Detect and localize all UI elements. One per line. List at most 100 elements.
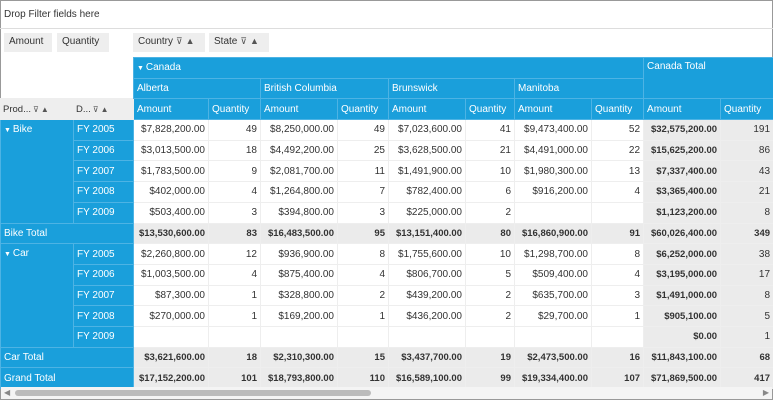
- quantity-cell: 91: [590, 222, 645, 245]
- quantity-cell: 18: [208, 139, 261, 162]
- quantity-cell: 5: [720, 305, 773, 327]
- amount-cell: $19,334,400.00: [514, 367, 592, 389]
- table-row: ▼ Bike FY 2005 $7,828,200.00 49 $8,250,000.0…: [0, 119, 773, 224]
- amount-cell: $4,491,000.00: [514, 139, 592, 162]
- amount-cell: $635,700.00: [514, 284, 592, 307]
- quantity-cell: 2: [465, 201, 515, 224]
- row-total-label: Car Total: [0, 346, 134, 369]
- table-row: Bike Total $13,530,600.00 83 $16,483,500.00…: [0, 222, 773, 245]
- country-header[interactable]: ▼ Canada: [132, 57, 645, 79]
- scroll-right-icon[interactable]: ▶: [763, 388, 769, 397]
- quantity-cell: 417: [720, 367, 773, 389]
- measure-header: Quantity: [465, 98, 515, 121]
- table-row: FY 2007 $1,783,500.00 9 $2,081,700.00 11 $1,4…: [1, 160, 773, 183]
- amount-cell: $13,151,400.00: [388, 222, 466, 245]
- row-year-header: FY 2006: [73, 139, 134, 162]
- row-year-header: FY 2007: [73, 160, 134, 183]
- country-label: Canada: [145, 62, 181, 74]
- amount-cell: $1,003,500.00: [133, 263, 209, 286]
- quantity-cell: 99: [465, 367, 515, 389]
- column-field-country[interactable]: Country ⊽ ▲: [133, 33, 205, 52]
- quantity-cell: 2: [337, 284, 389, 307]
- filter-icon[interactable]: ⊽: [176, 36, 183, 46]
- filter-drop-area[interactable]: Drop Filter fields here: [0, 0, 773, 29]
- measure-header: Quantity: [337, 98, 389, 121]
- filter-icon[interactable]: ⊽: [93, 105, 99, 114]
- amount-cell: $328,800.00: [260, 284, 338, 307]
- quantity-cell: 21: [465, 139, 515, 162]
- value-field-quantity[interactable]: Quantity: [57, 33, 109, 52]
- quantity-cell: 10: [465, 160, 515, 183]
- amount-cell: $1,491,000.00: [643, 284, 722, 307]
- sort-asc-icon[interactable]: ▲: [41, 105, 49, 114]
- amount-cell: $3,621,600.00: [133, 346, 209, 369]
- quantity-cell: 3: [337, 201, 389, 224]
- state-header-alberta: Alberta: [133, 77, 261, 100]
- filter-icon[interactable]: ⊽: [33, 105, 39, 114]
- row-product-header[interactable]: ▼ Car: [0, 243, 74, 348]
- amount-cell: $7,023,600.00: [388, 119, 466, 141]
- quantity-cell: 4: [208, 181, 261, 203]
- table-row: FY 2007 $87,300.00 1 $328,800.00 2 $439,200.0…: [1, 284, 773, 307]
- measure-header: Amount: [643, 98, 722, 121]
- amount-cell: $18,793,800.00: [260, 367, 338, 389]
- row-field-date[interactable]: D... ⊽ ▲: [73, 98, 134, 121]
- quantity-cell: 21: [720, 181, 773, 203]
- row-product-header[interactable]: ▼ Bike: [0, 119, 74, 224]
- field-label: Country: [138, 36, 174, 47]
- amount-cell: $17,152,200.00: [133, 367, 209, 389]
- quantity-cell: 6: [465, 181, 515, 203]
- quantity-cell: 1: [337, 305, 389, 327]
- amount-cell: $1,491,900.00: [388, 160, 466, 183]
- amount-cell: [514, 325, 592, 348]
- quantity-cell: 19: [465, 346, 515, 369]
- amount-cell: $6,252,000.00: [643, 243, 722, 265]
- quantity-cell: 5: [465, 263, 515, 286]
- amount-cell: $60,026,400.00: [643, 222, 722, 245]
- amount-cell: $509,400.00: [514, 263, 592, 286]
- pivot-grid: ▼ Canada Canada Total Alberta British Co…: [0, 56, 773, 389]
- row-year-header: FY 2008: [73, 305, 134, 327]
- amount-cell: $2,260,800.00: [133, 243, 209, 265]
- amount-cell: [388, 325, 466, 348]
- quantity-cell: 8: [720, 201, 773, 224]
- amount-cell: $1,264,800.00: [260, 181, 338, 203]
- amount-cell: $0.00: [643, 325, 722, 348]
- scrollbar-thumb[interactable]: [15, 390, 371, 396]
- quantity-cell: 49: [208, 119, 261, 141]
- amount-cell: $3,195,000.00: [643, 263, 722, 286]
- collapse-icon[interactable]: ▼: [137, 65, 146, 72]
- quantity-cell: 17: [720, 263, 773, 286]
- collapse-icon[interactable]: ▼: [4, 127, 13, 134]
- measure-header: Quantity: [720, 98, 773, 121]
- scroll-left-icon[interactable]: ◀: [4, 388, 10, 397]
- amount-cell: $15,625,200.00: [643, 139, 722, 162]
- quantity-cell: 8: [337, 243, 389, 265]
- quantity-cell: 80: [465, 222, 515, 245]
- quantity-cell: 4: [590, 263, 645, 286]
- measure-header: Quantity: [590, 98, 645, 121]
- quantity-cell: 12: [208, 243, 261, 265]
- quantity-cell: 110: [337, 367, 389, 389]
- row-field-product[interactable]: Prod... ⊽ ▲: [0, 98, 74, 121]
- amount-cell: $4,492,200.00: [260, 139, 338, 162]
- quantity-cell: 25: [337, 139, 389, 162]
- amount-cell: $503,400.00: [133, 201, 209, 224]
- sort-asc-icon[interactable]: ▲: [186, 36, 195, 46]
- amount-cell: $9,473,400.00: [514, 119, 592, 141]
- sort-asc-icon[interactable]: ▲: [101, 105, 109, 114]
- horizontal-scrollbar[interactable]: ◀ ▶: [1, 387, 772, 399]
- column-field-state[interactable]: State ⊽ ▲: [209, 33, 269, 52]
- table-row: FY 2009 $503,400.00 3 $394,800.00 3 $225,000.…: [1, 201, 773, 224]
- amount-cell: $7,828,200.00: [133, 119, 209, 141]
- collapse-icon[interactable]: ▼: [4, 251, 13, 258]
- amount-cell: [260, 325, 338, 348]
- quantity-cell: 8: [590, 243, 645, 265]
- row-year-header: FY 2006: [73, 263, 134, 286]
- quantity-cell: 43: [720, 160, 773, 183]
- quantity-cell: 8: [720, 284, 773, 307]
- row-year-header: FY 2007: [73, 284, 134, 307]
- filter-icon[interactable]: ⊽: [240, 36, 247, 46]
- value-field-amount[interactable]: Amount: [4, 33, 52, 52]
- sort-asc-icon[interactable]: ▲: [250, 36, 259, 46]
